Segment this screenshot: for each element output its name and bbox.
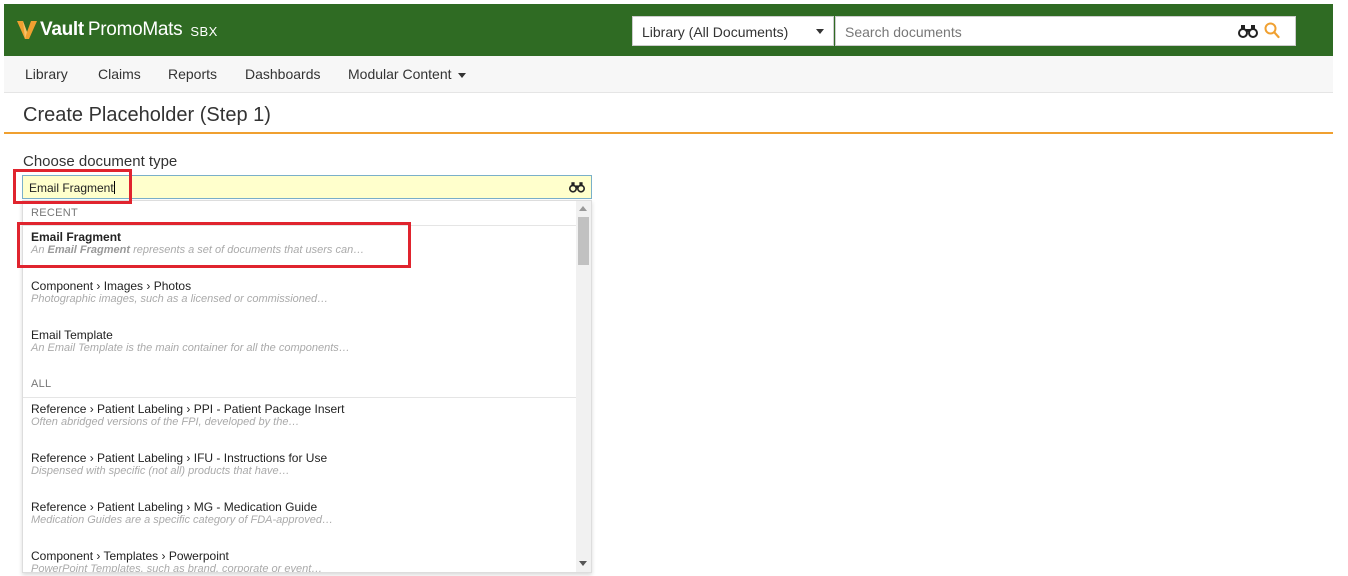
- search-scope-value: Library (All Documents): [642, 24, 789, 40]
- document-type-input[interactable]: Email Fragment: [22, 175, 592, 199]
- scroll-up-arrow-icon[interactable]: [579, 206, 587, 211]
- search-box[interactable]: [835, 16, 1296, 46]
- vault-v-logo-icon: [17, 21, 37, 39]
- caret-down-icon: [816, 29, 824, 34]
- document-type-dropdown: RECENT Email Fragment An Email Fragment …: [22, 200, 592, 573]
- document-type-value: Email Fragment: [29, 181, 115, 195]
- environment-badge: SBX: [190, 23, 218, 39]
- page-title: Create Placeholder (Step 1): [23, 104, 271, 126]
- scrollbar-thumb[interactable]: [578, 217, 589, 265]
- title-divider: [4, 132, 1333, 134]
- nav-library[interactable]: Library: [25, 66, 68, 82]
- option-reference-ppi[interactable]: Reference › Patient Labeling › PPI - Pat…: [23, 398, 577, 444]
- option-name: Reference › Patient Labeling › IFU - Ins…: [31, 451, 328, 465]
- document-type-label: Choose document type: [23, 153, 178, 170]
- document-type-value-text: Email Fragment: [29, 181, 114, 195]
- option-name: Email Template: [31, 328, 113, 342]
- option-description: An Email Fragment represents a set of do…: [31, 244, 364, 256]
- option-description: Dispensed with specific (not all) produc…: [31, 465, 290, 477]
- dropdown-scrollbar[interactable]: [576, 201, 591, 572]
- search-icon[interactable]: [1264, 22, 1280, 40]
- binoculars-icon[interactable]: [1238, 24, 1258, 38]
- option-reference-ifu[interactable]: Reference › Patient Labeling › IFU - Ins…: [23, 447, 577, 493]
- option-name: Reference › Patient Labeling › MG - Medi…: [31, 500, 318, 514]
- option-component-images-photos[interactable]: Component › Images › Photos Photographic…: [23, 275, 577, 321]
- option-description: Photographic images, such as a licensed …: [31, 293, 329, 305]
- nav-dashboards[interactable]: Dashboards: [245, 66, 321, 82]
- search-scope-select[interactable]: Library (All Documents): [632, 16, 834, 46]
- option-reference-mg[interactable]: Reference › Patient Labeling › MG - Medi…: [23, 496, 577, 542]
- option-component-templates-powerpoint[interactable]: Component › Templates › Powerpoint Power…: [23, 545, 577, 573]
- nav-modular-content[interactable]: Modular Content: [348, 66, 466, 82]
- search-input[interactable]: [843, 22, 1227, 42]
- desc-highlight: Email Fragment: [47, 244, 131, 256]
- nav-claims[interactable]: Claims: [98, 66, 141, 82]
- caret-down-icon: [457, 72, 466, 78]
- nav-reports[interactable]: Reports: [168, 66, 217, 82]
- option-name: Reference › Patient Labeling › PPI - Pat…: [31, 402, 345, 416]
- option-description: An Email Template is the main container …: [31, 342, 350, 354]
- scroll-down-arrow-icon[interactable]: [579, 561, 587, 566]
- text-cursor: [113, 181, 115, 194]
- option-description: Often abridged versions of the FPI, deve…: [31, 416, 300, 428]
- top-header-bar: Vault PromoMats SBX Library (All Documen…: [4, 4, 1333, 56]
- desc-prefix: An: [31, 244, 48, 256]
- option-name: Component › Templates › Powerpoint: [31, 549, 229, 563]
- main-nav: Library Claims Reports Dashboards Modula…: [4, 56, 1333, 93]
- binoculars-icon[interactable]: [569, 181, 585, 193]
- brand-app-name: PromoMats: [87, 19, 183, 40]
- option-description: PowerPoint Templates, such as brand, cor…: [31, 563, 323, 573]
- nav-modular-content-label: Modular Content: [348, 66, 452, 82]
- brand-logo[interactable]: Vault PromoMats SBX: [16, 16, 218, 44]
- group-header-recent: RECENT: [31, 207, 79, 219]
- option-email-fragment[interactable]: Email Fragment An Email Fragment represe…: [23, 226, 577, 272]
- group-header-all: ALL: [31, 378, 52, 390]
- option-name: Email Fragment: [31, 230, 122, 244]
- option-email-template[interactable]: Email Template An Email Template is the …: [23, 324, 577, 370]
- option-description: Medication Guides are a specific categor…: [31, 514, 334, 526]
- brand-vault-text: Vault: [40, 19, 84, 40]
- desc-rest: represents a set of documents that users…: [130, 244, 365, 256]
- option-name: Component › Images › Photos: [31, 279, 192, 293]
